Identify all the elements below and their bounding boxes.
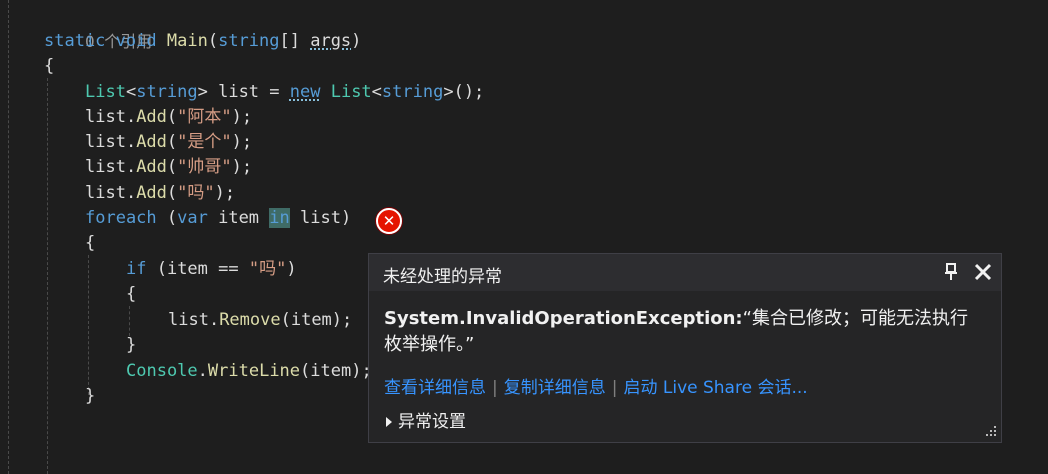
declaration-end: >();	[443, 82, 485, 102]
paren: (	[166, 183, 178, 203]
brace: }	[85, 386, 96, 406]
indent-guide-outer	[8, 0, 9, 474]
exception-popup: 未经处理的异常 System.InvalidOperationException…	[368, 253, 1002, 443]
list-prefix: list.	[85, 183, 137, 203]
brace: }	[126, 335, 137, 355]
code-line-if-open: {	[126, 282, 136, 307]
paren: (	[156, 208, 178, 228]
angle: <	[371, 82, 382, 102]
code-line-list-declaration: List<string> list = new List<string>();	[85, 80, 484, 105]
pin-icon[interactable]	[943, 262, 959, 282]
indent-guide-foreach	[88, 255, 89, 395]
error-icon[interactable]: ✕	[376, 208, 402, 234]
code-line-add-3: list.Add("帅哥");	[85, 155, 252, 180]
paren: (	[166, 132, 178, 152]
string-literal: "阿本"	[177, 107, 232, 127]
popup-title: 未经处理的异常	[383, 267, 502, 287]
list-prefix: list.	[85, 157, 137, 177]
type-list: List	[85, 82, 126, 102]
keyword-if: if	[126, 259, 147, 279]
keyword-new: new	[289, 82, 321, 102]
paren: )	[351, 31, 362, 51]
view-details-link[interactable]: 查看详细信息	[384, 378, 486, 398]
code-line-if: if (item == "吗")	[126, 257, 297, 282]
method-add: Add	[136, 157, 167, 177]
indent-guide-method	[47, 78, 48, 474]
paren: )	[286, 259, 297, 279]
popup-header: 未经处理的异常	[369, 254, 1001, 291]
keyword-foreach: foreach	[85, 208, 157, 228]
string-literal: "吗"	[177, 183, 215, 203]
paren: (	[207, 31, 219, 51]
paren: (	[166, 107, 178, 127]
if-condition: (item ==	[146, 259, 249, 279]
code-line-open-brace: {	[44, 54, 54, 79]
reference-count-line[interactable]: 0 个引用	[44, 4, 152, 51]
list-prefix: list.	[85, 132, 137, 152]
exception-type: System.InvalidOperationException:	[384, 308, 743, 329]
code-line-foreach-close: }	[85, 384, 95, 409]
string-literal: "帅哥"	[177, 157, 232, 177]
brace: {	[126, 284, 137, 304]
string-literal: "吗"	[248, 259, 287, 279]
method-main: Main	[166, 31, 208, 51]
copy-details-link[interactable]: 复制详细信息	[504, 378, 606, 398]
string-literal: "是个"	[177, 132, 232, 152]
exception-message: System.InvalidOperationException:“集合已修改；…	[384, 306, 984, 358]
list-prefix: list.	[168, 310, 220, 330]
paren: );	[231, 132, 253, 152]
expand-triangle-icon	[386, 417, 392, 427]
list-prefix: list.	[85, 107, 137, 127]
declaration-middle: > list =	[197, 82, 290, 102]
method-writeline: WriteLine	[207, 361, 301, 381]
exception-settings-label: 异常设置	[398, 412, 466, 432]
param-args: args	[310, 31, 352, 51]
angle: <	[125, 82, 137, 102]
method-add: Add	[136, 183, 167, 203]
method-add: Add	[136, 107, 167, 127]
brace: {	[44, 56, 55, 76]
paren: );	[231, 107, 253, 127]
code-line-remove: list.Remove(item);	[168, 308, 352, 333]
keyword-void: void	[115, 31, 157, 51]
keyword-string: string	[136, 82, 198, 102]
type-console: Console	[126, 361, 198, 381]
popup-links: 查看详细信息 | 复制详细信息 | 启动 Live Share 会话...	[384, 373, 808, 398]
indent-guide-if	[129, 306, 130, 336]
code-line-add-2: list.Add("是个");	[85, 130, 252, 155]
paren: );	[214, 183, 236, 203]
resize-grip-icon[interactable]	[983, 424, 997, 438]
dot: .	[197, 361, 208, 381]
keyword-static: static	[44, 31, 106, 51]
code-line-main-signature: static void Main(string[] args)	[44, 29, 361, 54]
brace: {	[85, 233, 96, 253]
keyword-in-highlighted: in	[269, 208, 290, 228]
code-line-if-close: }	[126, 333, 136, 358]
type-list-ctor: List	[330, 82, 372, 102]
keyword-var: var	[177, 208, 208, 228]
code-line-foreach: foreach (var item in list)	[85, 206, 351, 231]
foreach-tail: list)	[289, 208, 352, 228]
variable-item: item	[207, 208, 270, 228]
method-remove: Remove	[219, 310, 281, 330]
code-line-console: Console.WriteLine(item);	[126, 359, 372, 384]
paren: );	[231, 157, 253, 177]
paren: (	[166, 157, 178, 177]
console-args: (item);	[300, 361, 372, 381]
code-line-add-1: list.Add("阿本");	[85, 105, 252, 130]
close-icon[interactable]	[973, 262, 993, 282]
keyword-string: string	[381, 82, 444, 102]
link-separator: |	[492, 378, 498, 398]
code-line-add-4: list.Add("吗");	[85, 181, 235, 206]
code-line-foreach-open: {	[85, 231, 95, 256]
keyword-string: string	[218, 31, 280, 51]
link-separator: |	[611, 378, 618, 398]
brackets: []	[279, 31, 311, 51]
remove-args: (item);	[280, 310, 353, 330]
live-share-link[interactable]: 启动 Live Share 会话...	[623, 378, 807, 398]
exception-settings-toggle[interactable]: 异常设置	[386, 407, 466, 432]
method-add: Add	[136, 132, 167, 152]
